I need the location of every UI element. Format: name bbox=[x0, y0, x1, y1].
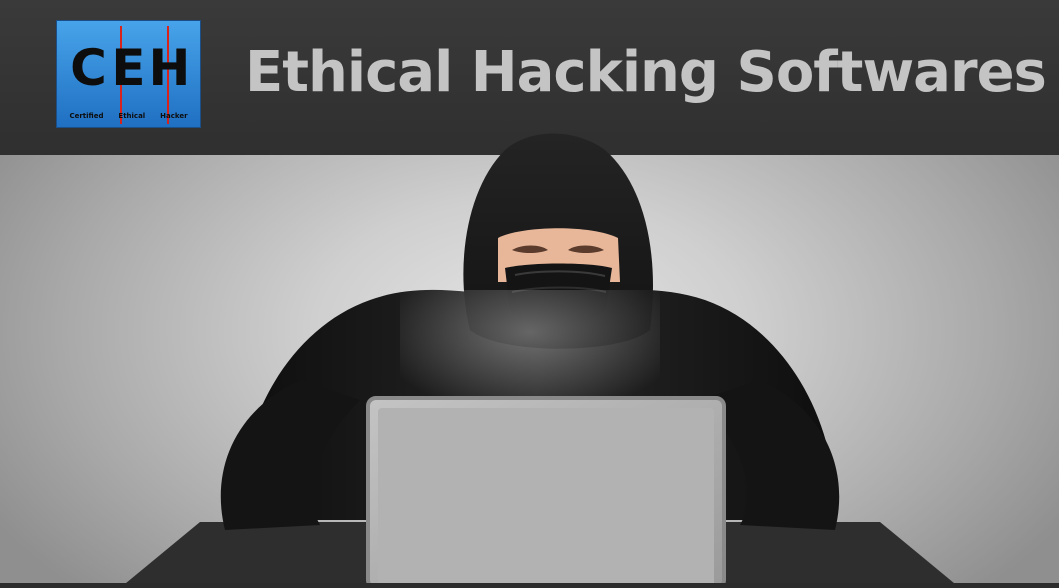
logo-subtext-word: Certified bbox=[69, 112, 104, 120]
banner: C E H Certified Ethical Hacker Ethical H… bbox=[0, 0, 1059, 588]
ceh-logo: C E H Certified Ethical Hacker bbox=[56, 20, 201, 128]
logo-letter: E bbox=[111, 39, 146, 97]
page-title: Ethical Hacking Softwares bbox=[245, 40, 1047, 105]
logo-letter: H bbox=[148, 39, 191, 97]
logo-letters: C E H bbox=[56, 38, 201, 98]
footer-strip bbox=[0, 583, 1059, 588]
logo-subtext-word: Ethical bbox=[118, 112, 146, 120]
logo-subtext: Certified Ethical Hacker bbox=[62, 112, 195, 120]
logo-subtext-word: Hacker bbox=[160, 112, 188, 120]
logo-letter: C bbox=[70, 39, 107, 97]
